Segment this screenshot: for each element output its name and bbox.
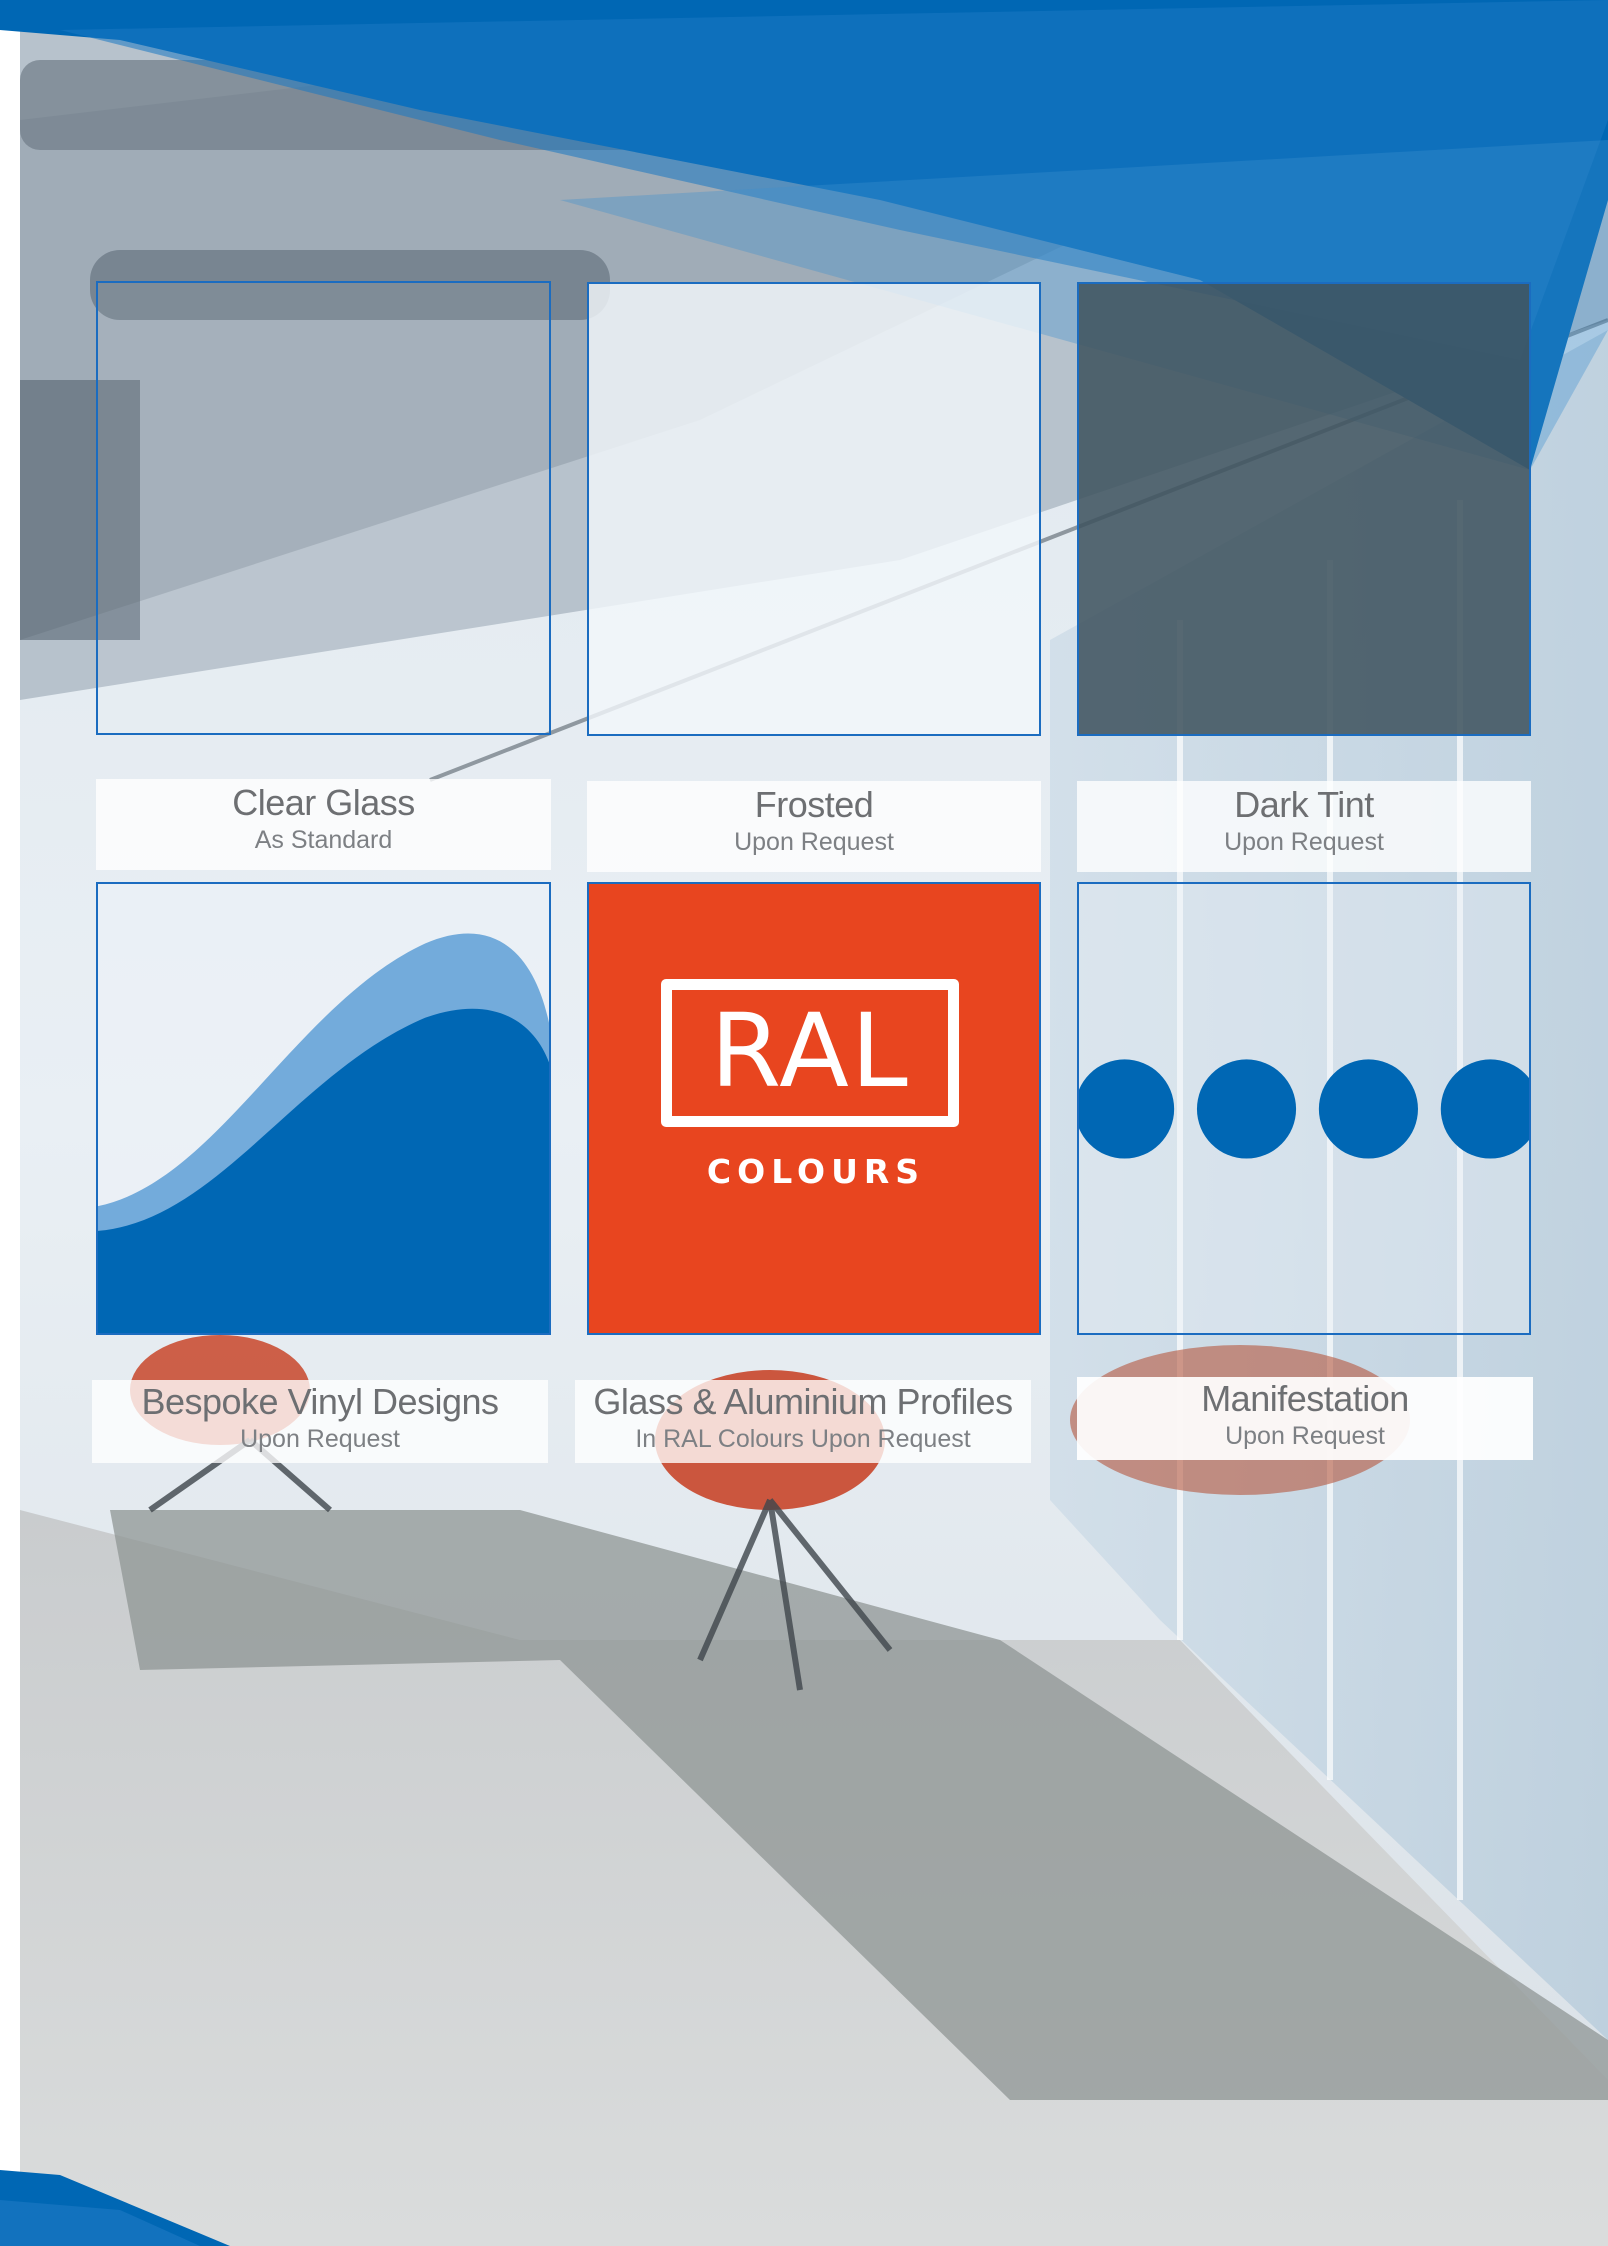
ral-logo-box: RAL: [661, 979, 959, 1127]
brochure-page: Clear Glass As Standard Frosted Upon Req…: [0, 0, 1608, 2246]
option-title: Manifestation: [1201, 1378, 1409, 1419]
option-subtitle: Upon Request: [734, 828, 894, 856]
caption-bespoke-vinyl: Bespoke Vinyl Designs Upon Request: [92, 1380, 548, 1463]
option-title: Glass & Aluminium Profiles: [593, 1381, 1013, 1422]
option-subtitle: Upon Request: [240, 1425, 400, 1453]
option-subtitle: Upon Request: [1225, 1422, 1385, 1450]
option-title: Bespoke Vinyl Designs: [141, 1381, 499, 1422]
swatch-manifestation: [1077, 882, 1531, 1335]
option-subtitle: Upon Request: [1224, 828, 1384, 856]
option-title: Dark Tint: [1234, 784, 1374, 825]
caption-frosted: Frosted Upon Request: [587, 781, 1041, 872]
option-subtitle: In RAL Colours Upon Request: [635, 1425, 971, 1453]
swatch-ral-colours: RAL COLOURS: [587, 882, 1041, 1335]
caption-clear-glass: Clear Glass As Standard: [96, 779, 551, 870]
option-subtitle: As Standard: [254, 826, 393, 854]
option-title: Clear Glass: [232, 782, 415, 823]
caption-dark-tint: Dark Tint Upon Request: [1077, 781, 1531, 872]
swatch-dark-tint: [1077, 282, 1531, 736]
caption-profiles: Glass & Aluminium Profiles In RAL Colour…: [575, 1380, 1031, 1463]
caption-manifestation: Manifestation Upon Request: [1077, 1377, 1533, 1460]
swatch-clear-glass: [96, 281, 551, 735]
swatch-bespoke-vinyl: [96, 882, 551, 1335]
ral-logo-word: COLOURS: [706, 1152, 926, 1191]
swatch-frosted: [587, 282, 1041, 736]
option-title: Frosted: [754, 784, 874, 825]
ral-logo-mark: RAL: [710, 992, 910, 1111]
dots-graphic-icon: [1079, 1059, 1529, 1159]
wave-graphic-icon: [98, 933, 549, 1333]
